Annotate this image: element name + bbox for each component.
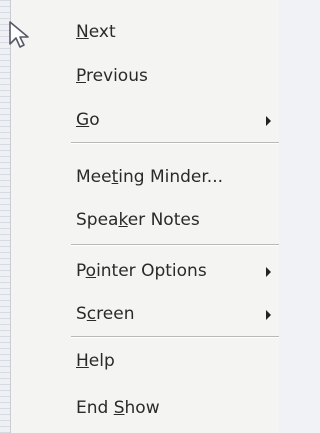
menu-item-previous-mnemonic: P — [76, 66, 86, 86]
submenu-arrow-icon — [266, 310, 271, 320]
menu-item-screen-label-pre: S — [76, 304, 87, 324]
menu-item-screen-mnemonic: c — [86, 304, 97, 324]
menu-item-meeting-minder[interactable]: Meeting Minder... — [11, 159, 279, 195]
menu-item-go-mnemonic: G — [76, 110, 90, 130]
slide-show-context-menu: Next Previous Go Meeting Minder... Speak… — [10, 0, 279, 433]
menu-separator — [71, 336, 279, 338]
menu-item-pointer-options-mnemonic: o — [85, 261, 97, 281]
menu-item-end-show-mnemonic: S — [113, 398, 125, 418]
submenu-arrow-icon — [266, 116, 271, 126]
menu-item-screen-label-post: reen — [96, 304, 135, 324]
menu-item-end-show[interactable]: End Show — [11, 390, 279, 426]
background-slide-edge — [0, 0, 10, 433]
menu-item-speaker-notes-label-post: er Notes — [127, 210, 200, 230]
menu-separator — [71, 142, 279, 144]
menu-item-help-label-post: elp — [88, 351, 115, 371]
menu-item-end-show-label-pre: End — [76, 398, 114, 418]
menu-item-pointer-options-label-pre: P — [76, 261, 86, 281]
menu-item-pointer-options-label-post: inter Options — [96, 261, 207, 281]
menu-item-next-label-post: ext — [88, 22, 116, 42]
menu-item-go[interactable]: Go — [11, 102, 279, 138]
menu-item-pointer-options[interactable]: Pointer Options — [11, 253, 279, 289]
mouse-pointer-icon — [9, 21, 29, 48]
menu-item-previous-label-post: revious — [85, 66, 148, 86]
menu-item-screen[interactable]: Screen — [11, 296, 279, 332]
menu-item-help-mnemonic: H — [76, 351, 89, 371]
menu-item-help[interactable]: Help — [11, 343, 279, 379]
menu-item-next[interactable]: Next — [11, 14, 279, 50]
menu-item-meeting-minder-label-post: ing Minder... — [118, 167, 224, 187]
menu-item-speaker-notes-mnemonic: k — [118, 210, 128, 230]
menu-item-previous[interactable]: Previous — [11, 58, 279, 94]
menu-item-end-show-label-post: how — [124, 398, 160, 418]
menu-item-next-mnemonic: N — [76, 22, 89, 42]
menu-item-speaker-notes[interactable]: Speaker Notes — [11, 202, 279, 238]
menu-item-go-label-post: o — [89, 110, 100, 130]
menu-item-speaker-notes-label-pre: Spea — [76, 210, 119, 230]
menu-item-meeting-minder-label-pre: Mee — [76, 167, 112, 187]
submenu-arrow-icon — [266, 267, 271, 277]
menu-separator — [71, 244, 279, 246]
